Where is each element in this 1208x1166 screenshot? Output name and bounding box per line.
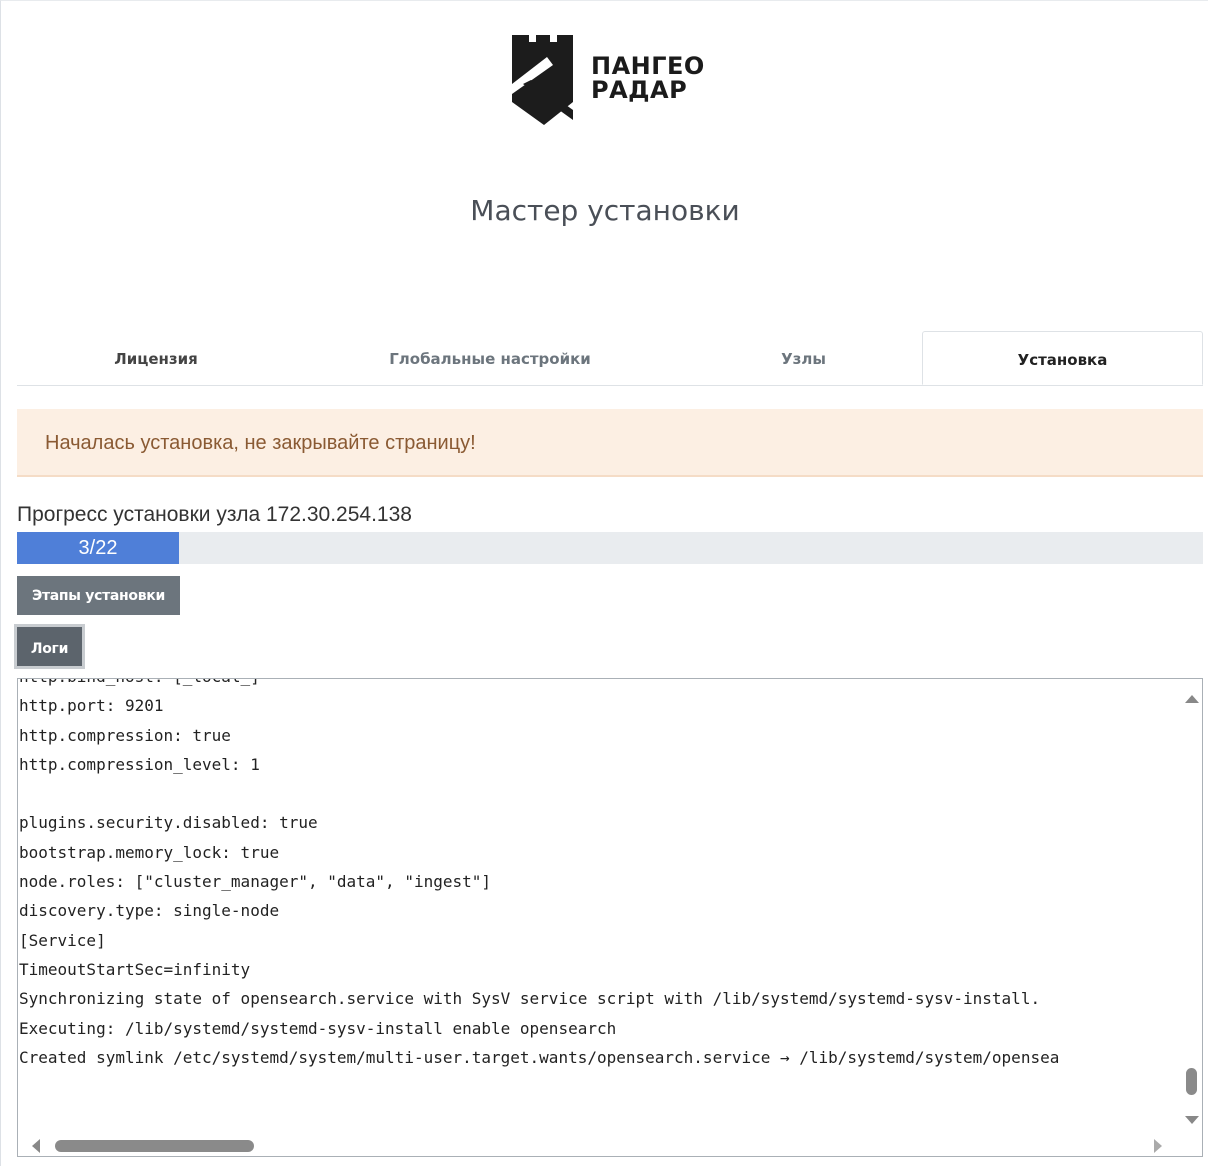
progress-label: Прогресс установки узла 172.30.254.138 bbox=[17, 503, 412, 526]
horizontal-scroll-thumb[interactable] bbox=[55, 1140, 254, 1152]
log-line: http.compression_level: 1 bbox=[19, 754, 260, 774]
scroll-down-icon[interactable] bbox=[1185, 1116, 1199, 1124]
log-line: Executing: /lib/systemd/systemd-sysv-ins… bbox=[19, 1018, 617, 1038]
tab-nodes[interactable]: Узлы bbox=[685, 331, 922, 385]
brand-line-1: ПАНГЕО bbox=[591, 52, 705, 80]
log-line: node.roles: ["cluster_manager", "data", … bbox=[19, 872, 492, 892]
vertical-scroll-thumb[interactable] bbox=[1186, 1068, 1197, 1095]
install-stages-button[interactable]: Этапы установки bbox=[17, 576, 180, 615]
log-line: TimeoutStartSec=infinity bbox=[19, 959, 251, 979]
log-line: http.compression: true bbox=[19, 725, 231, 745]
tower-shield-logo-icon bbox=[512, 35, 573, 125]
tab-install[interactable]: Установка bbox=[922, 331, 1203, 385]
progress-bar: 3/22 bbox=[17, 532, 1203, 564]
vertical-scrollbar[interactable] bbox=[1181, 679, 1202, 1135]
log-line: Created symlink /etc/systemd/system/mult… bbox=[19, 1047, 1060, 1067]
log-line: http.bind_host: [_local_] bbox=[19, 679, 1180, 691]
horizontal-scrollbar[interactable] bbox=[18, 1134, 1183, 1156]
progress-fill: 3/22 bbox=[17, 532, 179, 564]
log-line: [Service] bbox=[19, 930, 106, 950]
scroll-right-icon[interactable] bbox=[1154, 1139, 1162, 1153]
log-line: http.port: 9201 bbox=[19, 696, 164, 716]
install-warning-alert: Началась установка, не закрывайте страни… bbox=[17, 409, 1203, 477]
brand-wordmark: ПАНГЕО РАДАР bbox=[591, 54, 705, 102]
log-output[interactable]: http.bind_host: [_local_] http.port: 9201… bbox=[17, 678, 1203, 1157]
log-content: http.bind_host: [_local_] http.port: 9201… bbox=[19, 679, 1180, 1072]
log-line: discovery.type: single-node bbox=[19, 901, 280, 921]
scroll-up-icon[interactable] bbox=[1185, 695, 1199, 703]
wizard-tabs: Лицензия Глобальные настройки Узлы Устан… bbox=[17, 331, 1203, 386]
log-line: Synchronizing state of opensearch.servic… bbox=[19, 989, 1041, 1009]
brand-line-2: РАДАР bbox=[591, 76, 688, 104]
tab-license[interactable]: Лицензия bbox=[17, 331, 295, 385]
logs-button[interactable]: Логи bbox=[14, 624, 85, 669]
log-line: bootstrap.memory_lock: true bbox=[19, 842, 280, 862]
scrollbar-corner bbox=[1181, 1134, 1202, 1156]
installer-page: ПАНГЕО РАДАР Мастер установки Лицензия Г… bbox=[0, 0, 1208, 1166]
page-title: Мастер установки bbox=[470, 194, 740, 227]
brand-logo: ПАНГЕО РАДАР bbox=[509, 32, 719, 128]
scroll-left-icon[interactable] bbox=[32, 1139, 40, 1153]
log-line: plugins.security.disabled: true bbox=[19, 813, 318, 833]
tab-global-settings[interactable]: Глобальные настройки bbox=[295, 331, 685, 385]
